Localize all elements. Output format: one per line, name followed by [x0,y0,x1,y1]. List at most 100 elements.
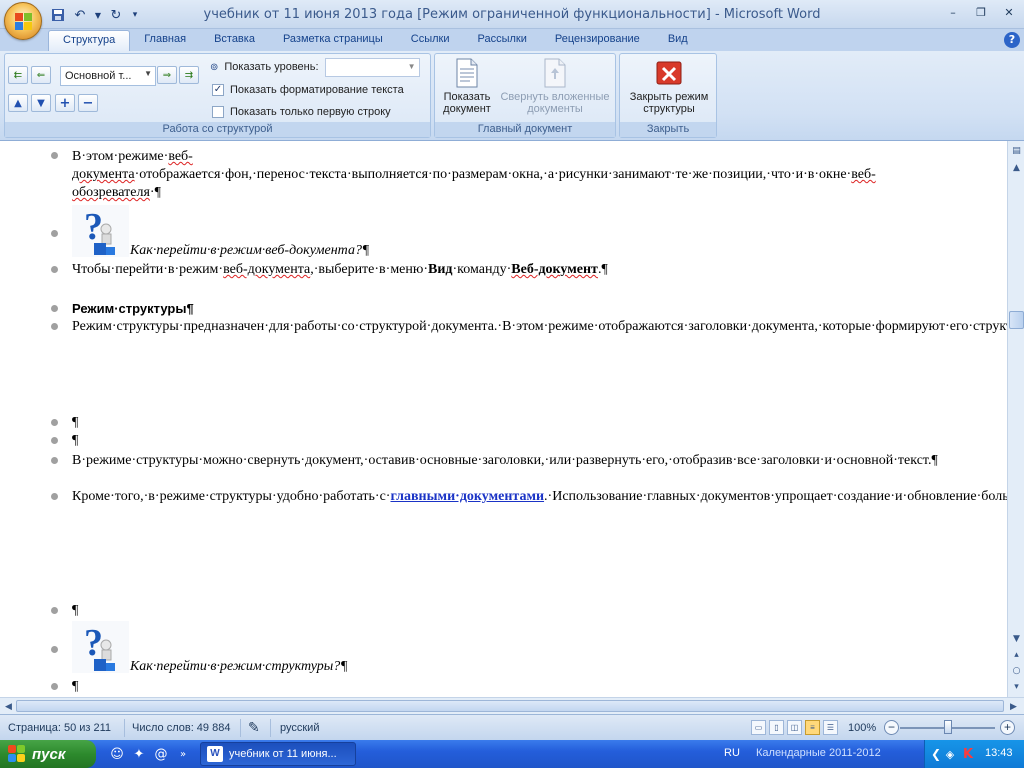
paragraph[interactable]: В·этом·режиме·веб-документа·отображается… [72,148,876,202]
horizontal-scroll-thumb[interactable] [16,700,1004,712]
outline-bullet[interactable] [51,266,58,273]
master-document-group: Показать документ Свернуть вложенные док… [434,53,616,138]
paragraph[interactable]: Как·перейти·в·режим·структуры?¶ [130,658,530,676]
toolbar-calendar-label[interactable]: Календарные 2011-2012 [756,747,881,759]
tab-page-layout[interactable]: Разметка страницы [269,30,397,51]
empty-paragraph[interactable]: ¶ [72,414,612,432]
select-browse-object-icon[interactable]: ○ [1009,663,1024,678]
antivirus-icon[interactable]: K [959,745,977,763]
paragraph[interactable]: Чтобы·перейти·в·режим·веб-документа,·выб… [72,261,612,279]
collapse-subdocuments-button[interactable]: Свернуть вложенные документы [497,58,613,115]
demote-button[interactable]: ⇒ [157,66,177,84]
horizontal-scrollbar[interactable]: ◀ ▶ [0,697,1024,714]
chevron-down-icon: ▼ [144,69,152,78]
quick-launch-chevron-icon[interactable]: » [174,745,192,763]
close-button[interactable]: ✕ [996,3,1022,21]
outline-bullet[interactable] [51,646,58,653]
help-icon[interactable]: ? [1004,32,1020,48]
clock[interactable]: 13:43 [985,747,1013,759]
close-outline-view-button[interactable]: Закрыть режим структуры [622,58,716,115]
expand-button[interactable]: + [55,94,75,112]
master-documents-link[interactable]: главными·документами [390,489,544,504]
next-page-icon[interactable]: ▾ [1009,679,1024,694]
email-icon[interactable]: @ [152,745,170,763]
previous-page-icon[interactable]: ▴ [1009,647,1024,662]
tab-view[interactable]: Вид [654,30,702,51]
tab-review[interactable]: Рецензирование [541,30,654,51]
spelling-check-icon[interactable]: ✎ [248,719,260,736]
scroll-up-icon[interactable]: ▲ [1009,160,1024,175]
collapse-button[interactable]: − [78,94,98,112]
scroll-right-icon[interactable]: ▶ [1006,699,1021,714]
show-formatting-checkbox[interactable]: ✓ [212,84,224,96]
paragraph[interactable]: Кроме·того,·в·режиме·структуры·удобно·ра… [72,488,1007,506]
office-logo-icon [15,13,33,31]
language-indicator[interactable]: русский [280,722,319,734]
network-icon[interactable]: ◈ [941,745,959,763]
master-document-group-label: Главный документ [435,122,615,137]
keyboard-language[interactable]: RU [724,747,740,759]
chevron-down-icon: ▼ [407,61,416,71]
question-figure-icon: ? [72,621,129,673]
move-up-button[interactable]: ▲ [8,94,28,112]
empty-paragraph[interactable]: ¶ [72,678,612,696]
vertical-scroll-thumb[interactable] [1009,311,1024,329]
taskbar-item-word-label: учебник от 11 июня... [229,748,337,760]
full-screen-reading-view-icon[interactable]: ▯ [769,720,784,735]
start-button[interactable]: пуск [0,740,96,768]
tab-home[interactable]: Главная [130,30,200,51]
outline-bullet[interactable] [51,230,58,237]
paragraph[interactable]: Как·перейти·в·режим·веб-документа?¶ [130,242,530,260]
show-level-dropdown[interactable]: ▼ [324,57,420,77]
draft-view-icon[interactable]: ☰ [823,720,838,735]
outline-bullet[interactable] [51,419,58,426]
browser-icon[interactable]: ✦ [130,745,148,763]
outline-bullet[interactable] [51,152,58,159]
taskbar-item-word[interactable]: W учебник от 11 июня... [200,742,356,766]
outline-bullet[interactable] [51,607,58,614]
word-count[interactable]: Число слов: 49 884 [132,722,230,734]
tab-insert[interactable]: Вставка [200,30,269,51]
show-first-line-checkbox[interactable] [212,106,224,118]
demote-to-body-text-button[interactable]: ⇉ [179,66,199,84]
outline-bullet[interactable] [51,437,58,444]
empty-paragraph[interactable]: ¶ [72,432,612,450]
zoom-out-button[interactable]: − [884,720,899,735]
office-button[interactable] [4,2,42,40]
tab-references[interactable]: Ссылки [397,30,464,51]
restore-button[interactable]: ❐ [968,3,994,21]
paragraph[interactable]: Режим·структуры·предназначен·для·работы·… [72,318,1007,336]
document-area[interactable]: В·этом·режиме·веб-документа·отображается… [0,141,1007,697]
zoom-slider-thumb[interactable] [943,720,952,734]
svg-text:?: ? [84,206,103,248]
scroll-down-icon[interactable]: ▼ [1009,631,1024,646]
page-count[interactable]: Страница: 50 из 211 [8,722,111,734]
zoom-in-button[interactable]: + [1000,720,1015,735]
promote-to-heading-1-button[interactable]: ⇇ [8,66,28,84]
heading[interactable]: Режим·структуры¶ [72,300,612,318]
scroll-left-icon[interactable]: ◀ [1,699,16,714]
move-down-button[interactable]: ▼ [31,94,51,112]
zoom-level[interactable]: 100% [848,722,876,734]
document-icon [456,58,478,88]
show-document-button[interactable]: Показать документ [439,58,495,115]
outline-level-select[interactable]: Основной т... ▼ [60,66,156,86]
outline-bullet[interactable] [51,683,58,690]
web-layout-view-icon[interactable]: ◫ [787,720,802,735]
outline-bullet[interactable] [51,323,58,330]
empty-paragraph[interactable]: ¶ [72,602,612,620]
print-layout-view-icon[interactable]: ▭ [751,720,766,735]
outline-bullet[interactable] [51,493,58,500]
promote-button[interactable]: ⇐ [31,66,51,84]
vertical-scrollbar[interactable]: ▤ ▲ ▼ ▴ ○ ▾ [1007,141,1024,697]
paragraph[interactable]: В·режиме·структуры·можно·свернуть·докуме… [72,452,938,470]
outline-bullet[interactable] [51,457,58,464]
tab-mailings[interactable]: Рассылки [463,30,540,51]
system-tray: ❮ ◈ K 13:43 [924,740,1024,768]
outline-view-icon[interactable]: ≡ [805,720,820,735]
outline-bullet[interactable] [51,305,58,312]
minimize-button[interactable]: – [940,3,966,21]
messenger-icon[interactable]: ☺ [108,745,126,763]
ruler-toggle-icon[interactable]: ▤ [1009,143,1024,158]
tab-outline[interactable]: Структура [48,30,131,51]
